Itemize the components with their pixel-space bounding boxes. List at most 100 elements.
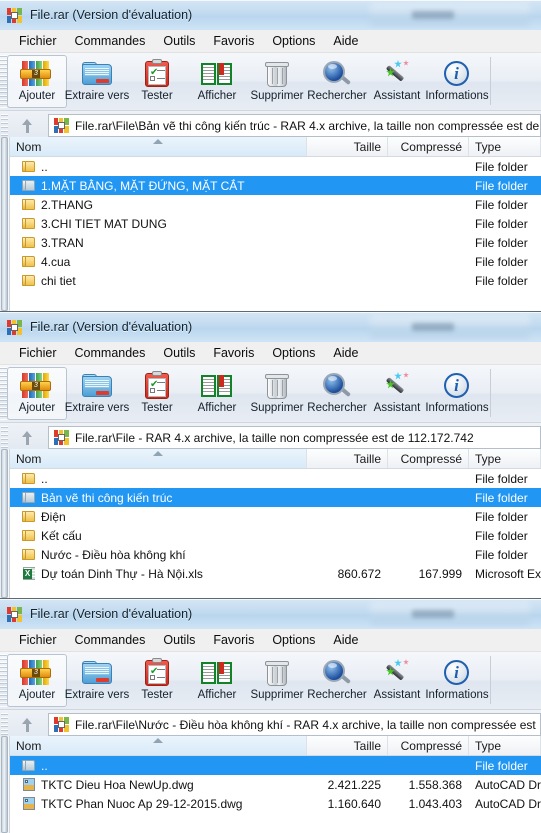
- table-row[interactable]: .. File folder: [10, 469, 541, 488]
- window-titlebar[interactable]: File.rar (Version d'évaluation): [0, 599, 192, 629]
- scrollbar-thumb[interactable]: [1, 736, 8, 833]
- address-field[interactable]: File.rar\File\Nước - Điều hòa không khí …: [48, 713, 541, 736]
- address-bar[interactable]: File.rar\File\Nước - Điều hòa không khí …: [0, 710, 541, 738]
- column-header-nom[interactable]: Nom: [10, 736, 307, 755]
- toolbar-button-rechercher[interactable]: Rechercher: [307, 654, 367, 707]
- table-row[interactable]: .. File folder: [10, 157, 541, 176]
- table-row[interactable]: TKTC Dieu Hoa NewUp.dwg 2.421.225 1.558.36…: [10, 775, 541, 794]
- column-header-type[interactable]: Type: [469, 736, 541, 755]
- winrar-window-1[interactable]: File.rar (Version d'évaluation) Fichier …: [0, 0, 541, 311]
- table-row[interactable]: 2.THANG File folder: [10, 195, 541, 214]
- toolbar-button-ajouter[interactable]: 3 Ajouter: [7, 55, 67, 108]
- winrar-window-3[interactable]: File.rar (Version d'évaluation) Fichier …: [0, 598, 541, 833]
- table-row[interactable]: Nước - Điều hòa không khí File folder: [10, 545, 541, 564]
- file-list-header[interactable]: Nom Taille Compressé Type: [10, 736, 541, 756]
- address-bar-grip[interactable]: [1, 114, 8, 137]
- up-one-level-button[interactable]: [8, 713, 46, 736]
- window-left-scrollbar[interactable]: [0, 137, 10, 311]
- toolbar-button-afficher[interactable]: Afficher: [187, 654, 247, 707]
- column-header-nom[interactable]: Nom: [10, 137, 307, 156]
- toolbar-button-rechercher[interactable]: Rechercher: [307, 367, 367, 420]
- menu-favoris[interactable]: Favoris: [204, 346, 263, 360]
- toolbar-button-extraire-vers[interactable]: Extraire vers: [65, 654, 129, 707]
- menu-options[interactable]: Options: [263, 34, 324, 48]
- file-list-3[interactable]: Nom Taille Compressé Type .. File folder T…: [0, 736, 541, 833]
- menu-outils[interactable]: Outils: [154, 34, 204, 48]
- menu-outils[interactable]: Outils: [154, 346, 204, 360]
- table-row[interactable]: .. File folder: [10, 756, 541, 775]
- toolbar-button-informations[interactable]: i Informations: [425, 367, 489, 420]
- toolbar-button-tester[interactable]: ✔ Tester: [127, 654, 187, 707]
- toolbar-button-informations[interactable]: i Informations: [425, 654, 489, 707]
- menu-options[interactable]: Options: [263, 346, 324, 360]
- window-titlebar[interactable]: File.rar (Version d'évaluation): [0, 0, 192, 30]
- file-list-body[interactable]: Nom Taille Compressé Type .. File folder T…: [10, 736, 541, 833]
- table-row[interactable]: 4.cua File folder: [10, 252, 541, 271]
- table-row[interactable]: X Dự toán Dinh Thự - Hà Nội.xls 860.672 167…: [10, 564, 541, 583]
- toolbar-button-supprimer[interactable]: Supprimer: [247, 55, 307, 108]
- toolbar-button-assistant[interactable]: Assistant: [367, 367, 427, 420]
- toolbar-button-extraire-vers[interactable]: Extraire vers: [65, 367, 129, 420]
- toolbar-button-supprimer[interactable]: Supprimer: [247, 367, 307, 420]
- address-bar-grip[interactable]: [1, 713, 8, 736]
- main-toolbar[interactable]: 3 Ajouter Extraire vers ✔ Tester Affiche…: [0, 365, 541, 423]
- toolbar-button-ajouter[interactable]: 3 Ajouter: [7, 654, 67, 707]
- address-bar-grip[interactable]: [1, 426, 8, 449]
- menu-fichier[interactable]: Fichier: [10, 34, 66, 48]
- menu-options[interactable]: Options: [263, 633, 324, 647]
- table-row[interactable]: chi tiet File folder: [10, 271, 541, 290]
- toolbar-button-ajouter[interactable]: 3 Ajouter: [7, 367, 67, 420]
- menu-commandes[interactable]: Commandes: [66, 346, 155, 360]
- window-left-scrollbar[interactable]: [0, 449, 10, 598]
- file-list-body[interactable]: Nom Taille Compressé Type .. File folder 1…: [10, 137, 541, 311]
- menu-bar[interactable]: Fichier Commandes Outils Favoris Options…: [0, 342, 541, 365]
- menu-bar[interactable]: Fichier Commandes Outils Favoris Options…: [0, 30, 541, 53]
- toolbar-grip[interactable]: [0, 367, 7, 420]
- toolbar-button-rechercher[interactable]: Rechercher: [307, 55, 367, 108]
- address-field[interactable]: File.rar\File\Bản vẽ thi công kiến trúc …: [48, 114, 541, 137]
- toolbar-grip[interactable]: [0, 55, 7, 108]
- main-toolbar[interactable]: 3 Ajouter Extraire vers ✔ Tester Affiche…: [0, 652, 541, 710]
- menu-commandes[interactable]: Commandes: [66, 34, 155, 48]
- file-list-body[interactable]: Nom Taille Compressé Type .. File folder B…: [10, 449, 541, 598]
- table-row[interactable]: 1.MẶT BẰNG, MẶT ĐỨNG, MẶT CẮT File folder: [10, 176, 541, 195]
- toolbar-button-afficher[interactable]: Afficher: [187, 55, 247, 108]
- address-bar[interactable]: File.rar\File\Bản vẽ thi công kiến trúc …: [0, 111, 541, 139]
- menu-fichier[interactable]: Fichier: [10, 633, 66, 647]
- menu-aide[interactable]: Aide: [324, 34, 367, 48]
- window-titlebar[interactable]: File.rar (Version d'évaluation): [0, 312, 192, 342]
- menu-commandes[interactable]: Commandes: [66, 633, 155, 647]
- up-one-level-button[interactable]: [8, 114, 46, 137]
- column-header-compresse[interactable]: Compressé: [388, 449, 469, 468]
- window-left-scrollbar[interactable]: [0, 736, 10, 833]
- toolbar-button-assistant[interactable]: Assistant: [367, 654, 427, 707]
- menu-bar[interactable]: Fichier Commandes Outils Favoris Options…: [0, 629, 541, 652]
- column-header-taille[interactable]: Taille: [307, 736, 388, 755]
- table-row[interactable]: Điện File folder: [10, 507, 541, 526]
- file-list-2[interactable]: Nom Taille Compressé Type .. File folder B…: [0, 449, 541, 598]
- column-header-taille[interactable]: Taille: [307, 137, 388, 156]
- toolbar-button-afficher[interactable]: Afficher: [187, 367, 247, 420]
- toolbar-button-extraire-vers[interactable]: Extraire vers: [65, 55, 129, 108]
- column-header-type[interactable]: Type: [469, 449, 541, 468]
- address-bar[interactable]: File.rar\File - RAR 4.x archive, la tail…: [0, 423, 541, 451]
- column-header-nom[interactable]: Nom: [10, 449, 307, 468]
- toolbar-button-supprimer[interactable]: Supprimer: [247, 654, 307, 707]
- toolbar-button-informations[interactable]: i Informations: [425, 55, 489, 108]
- file-list-1[interactable]: Nom Taille Compressé Type .. File folder 1…: [0, 137, 541, 311]
- toolbar-button-assistant[interactable]: Assistant: [367, 55, 427, 108]
- scrollbar-thumb[interactable]: [1, 449, 8, 598]
- menu-aide[interactable]: Aide: [324, 346, 367, 360]
- toolbar-button-tester[interactable]: ✔ Tester: [127, 367, 187, 420]
- menu-favoris[interactable]: Favoris: [204, 633, 263, 647]
- column-header-type[interactable]: Type: [469, 137, 541, 156]
- column-header-compresse[interactable]: Compressé: [388, 736, 469, 755]
- toolbar-button-tester[interactable]: ✔ Tester: [127, 55, 187, 108]
- toolbar-grip[interactable]: [0, 654, 7, 707]
- winrar-window-2[interactable]: File.rar (Version d'évaluation) Fichier …: [0, 311, 541, 598]
- table-row[interactable]: 3.TRAN File folder: [10, 233, 541, 252]
- column-header-taille[interactable]: Taille: [307, 449, 388, 468]
- table-row[interactable]: 3.CHI TIET MAT DUNG File folder: [10, 214, 541, 233]
- column-header-compresse[interactable]: Compressé: [388, 137, 469, 156]
- menu-outils[interactable]: Outils: [154, 633, 204, 647]
